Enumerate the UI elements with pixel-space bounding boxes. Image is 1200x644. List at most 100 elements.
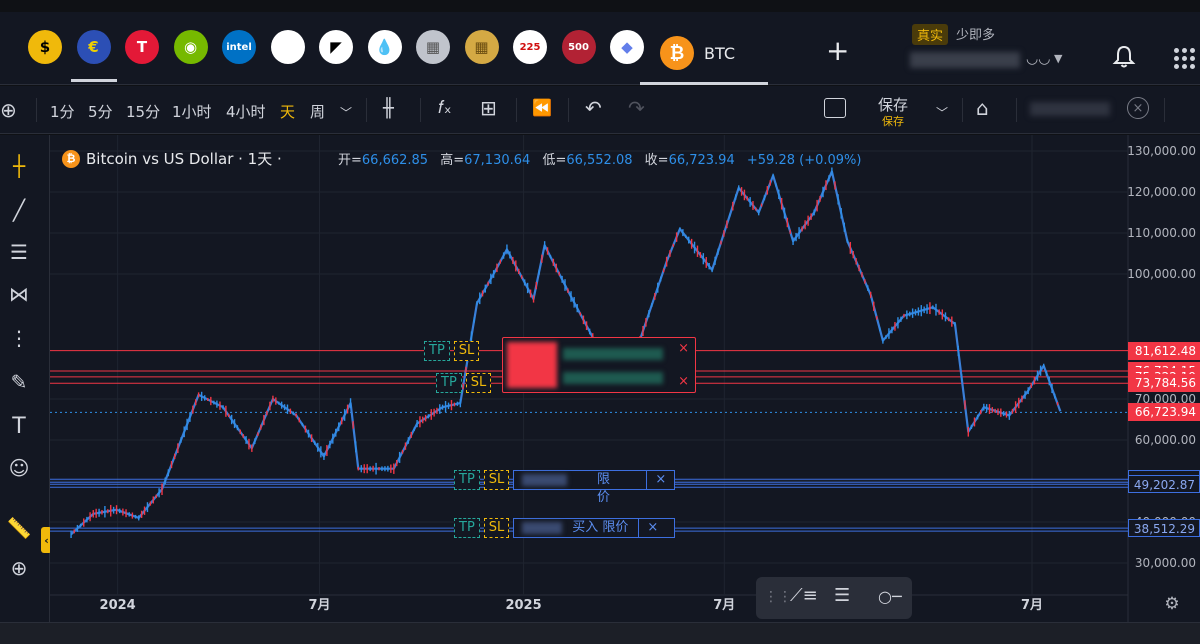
chart-toolbar: ⊕ 1分 5分 15分 1小时 4小时天周 ﹀ ╫ 𝑓ₓ ⊞ ⏪ ↶ ↷ 保存 保存 ﹀… xyxy=(0,86,1200,134)
close-key: 收= xyxy=(644,153,669,168)
emoji-icon[interactable]: ☺ xyxy=(6,455,32,481)
camera-icon[interactable]: ⌂ xyxy=(976,96,989,120)
order-label[interactable]: 买入 限价 × xyxy=(513,518,676,538)
ethereum-icon[interactable]: ◆ xyxy=(610,30,644,64)
silver-icon[interactable]: ▦ xyxy=(416,30,450,64)
sl-button[interactable]: SL xyxy=(483,518,510,538)
ruler-icon[interactable]: 📏 xyxy=(6,515,32,541)
y-tick-label: 30,000.00 xyxy=(1135,556,1196,570)
save-button[interactable]: 保存 xyxy=(878,94,908,115)
bell-icon[interactable] xyxy=(1112,44,1136,70)
tesla-icon[interactable]: T xyxy=(125,30,159,64)
eurusd-icon[interactable]: € xyxy=(70,30,117,82)
crosshair-icon[interactable]: ┼ xyxy=(6,153,32,179)
price-tag: 38,512.29 xyxy=(1128,519,1200,538)
sl-button[interactable]: SL xyxy=(465,373,492,393)
legend-bitcoin-icon: ₿ xyxy=(62,149,80,168)
tab-btc-label: BTC xyxy=(704,43,735,63)
pattern-icon[interactable]: ⋈ xyxy=(6,281,32,307)
save-menu-chevron-icon[interactable]: ﹀ xyxy=(936,104,948,121)
amd-icon[interactable]: ◤ xyxy=(319,30,353,64)
floating-toolbar[interactable]: ⋮⋮ ⟋≡ ☰ ○─ xyxy=(756,577,912,619)
order-label[interactable]: 限价 × xyxy=(513,470,676,505)
undo-icon[interactable]: ↶ xyxy=(585,96,602,120)
price-tag: 73,784.56 xyxy=(1128,374,1200,393)
drag-handle-icon[interactable]: ⋮⋮ xyxy=(764,589,792,605)
bitcoin-icon: ₿ xyxy=(660,36,694,70)
order-buy-1[interactable]: TP SL 限价 × xyxy=(454,470,676,505)
low-key: 低= xyxy=(542,153,567,168)
tab-btc[interactable]: ₿ BTC xyxy=(640,24,768,85)
chart-legend: ₿ Bitcoin vs US Dollar · 1天 · xyxy=(62,148,282,169)
sl-button[interactable]: SL xyxy=(483,470,510,490)
y-tick-label: 110,000.00 xyxy=(1127,226,1196,240)
prediction-icon[interactable]: ⋮ xyxy=(6,325,32,351)
apple-icon[interactable] xyxy=(270,30,305,64)
blurred-block xyxy=(522,474,567,486)
y-tick-label: 120,000.00 xyxy=(1127,185,1196,199)
order-type-label: 限价 xyxy=(596,472,610,505)
fib-lines-icon[interactable]: ☰ xyxy=(6,239,32,265)
interval-0[interactable]: 1分 xyxy=(50,101,75,122)
nvidia-icon[interactable]: ◉ xyxy=(173,30,208,64)
interval-4[interactable]: 4小时 xyxy=(226,101,266,122)
usd-coin-icon[interactable]: $ xyxy=(28,30,62,64)
add-symbol-icon[interactable]: ⊕ xyxy=(0,98,17,122)
gold-icon[interactable]: ▦ xyxy=(464,30,499,64)
close-icon[interactable]: × xyxy=(1127,97,1149,119)
x-tick-label: 7月 xyxy=(713,598,735,613)
apps-grid-icon[interactable] xyxy=(1174,48,1195,69)
blurred-block xyxy=(507,342,557,388)
ohlc-readout: 开=66,662.85 高=67,130.64 低=66,552.08 收=66… xyxy=(338,149,861,168)
x-tick-label: 7月 xyxy=(308,598,330,613)
redo-icon: ↷ xyxy=(628,96,645,120)
add-tab-button[interactable]: + xyxy=(826,34,849,67)
intel-icon[interactable]: intel xyxy=(222,30,256,64)
oil-icon[interactable]: 💧 xyxy=(367,30,402,64)
x-tick-label: 2024 xyxy=(100,598,136,613)
interval-menu-chevron-icon[interactable]: ﹀ xyxy=(340,104,352,121)
sell-order-panel-blurred[interactable]: × × xyxy=(502,337,696,393)
replay-icon[interactable]: ⏪ xyxy=(532,98,552,117)
fullscreen-icon[interactable] xyxy=(824,98,846,118)
hide-balance-icon[interactable]: ◡◡ xyxy=(1026,51,1050,67)
candle-type-icon[interactable]: ╫ xyxy=(383,98,394,119)
interval-2[interactable]: 15分 xyxy=(126,101,160,122)
zoom-icon[interactable]: ⊕ xyxy=(6,555,32,581)
tp-button[interactable]: TP xyxy=(454,518,480,538)
close-icon[interactable]: × xyxy=(678,374,689,389)
tp-button[interactable]: TP xyxy=(436,373,462,393)
fib-tool-icon[interactable]: ☰ xyxy=(834,585,850,606)
x-tick-label: 7月 xyxy=(1021,598,1043,613)
order-sell-2[interactable]: TP SL xyxy=(436,373,492,393)
order-buy-2[interactable]: TP SL 买入 限价 × xyxy=(454,518,676,538)
change-value: +59.28 (+0.09%) xyxy=(746,153,862,168)
sl-button[interactable]: SL xyxy=(453,341,480,361)
order-type-label: 买入 限价 xyxy=(572,520,629,535)
line-tool-icon[interactable]: ⟋≡ xyxy=(790,585,818,606)
interval-5[interactable]: 天 xyxy=(280,101,295,122)
text-icon[interactable]: T xyxy=(6,413,32,439)
layouts-icon[interactable]: ⊞ xyxy=(480,96,497,120)
close-icon[interactable]: × xyxy=(678,341,689,356)
close-icon[interactable]: × xyxy=(646,471,666,489)
high-value: 67,130.64 xyxy=(464,153,531,168)
interval-1[interactable]: 5分 xyxy=(88,101,113,122)
interval-3[interactable]: 1小时 xyxy=(172,101,212,122)
settings-gear-icon[interactable]: ⚙ xyxy=(1162,594,1182,614)
close-icon[interactable]: × xyxy=(638,519,658,537)
indicators-icon[interactable]: 𝑓ₓ xyxy=(438,97,452,118)
sp500-icon[interactable]: 500 xyxy=(561,30,596,64)
order-sell-1[interactable]: TP SL xyxy=(424,341,480,361)
tp-button[interactable]: TP xyxy=(454,470,480,490)
price-tag: 66,723.94 xyxy=(1128,403,1200,422)
nikkei225-icon[interactable]: 225 xyxy=(513,30,547,64)
interval-6[interactable]: 周 xyxy=(310,101,325,122)
hline-tool-icon[interactable]: ○─ xyxy=(878,587,902,606)
brush-icon[interactable]: ✎ xyxy=(6,369,32,395)
price-tag: 49,202.87 xyxy=(1128,475,1200,494)
tp-button[interactable]: TP xyxy=(424,341,450,361)
trendline-icon[interactable]: ╱ xyxy=(6,197,32,223)
chevron-down-icon[interactable]: ▼ xyxy=(1054,52,1062,65)
chart-area[interactable]: 30,000.0040,000.0050,000.0060,000.0070,0… xyxy=(50,135,1200,622)
